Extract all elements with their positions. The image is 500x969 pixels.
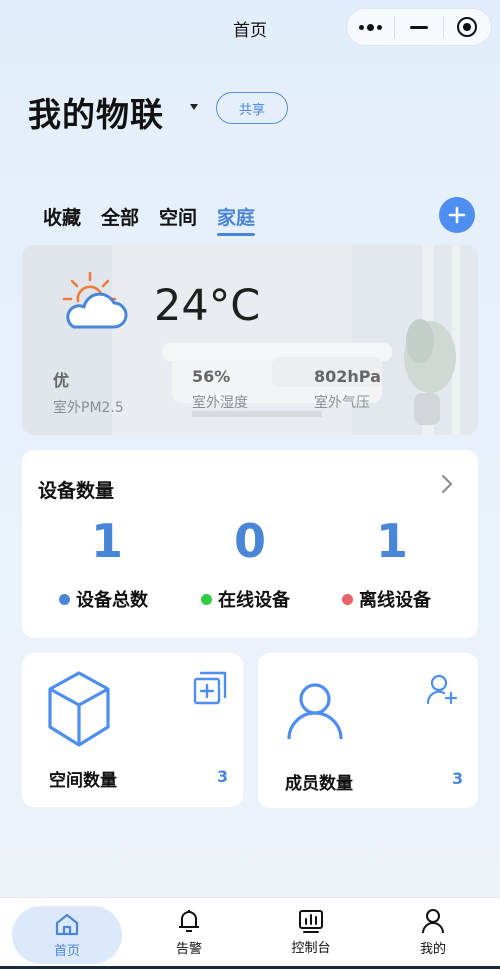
tabbar-label-alarm: 告警 <box>175 941 202 957</box>
pm25-label: 室外PM2.5 <box>53 400 124 416</box>
offline-dot-icon <box>342 593 353 605</box>
online-dot-icon <box>201 593 212 605</box>
cube-icon <box>48 671 110 747</box>
home-icon <box>55 913 79 935</box>
navigation-bar: 首页 <box>0 0 500 56</box>
pressure-stat: 802hPa 室外气压 <box>314 367 381 412</box>
more-dots-icon <box>359 23 383 31</box>
total-dot-icon <box>59 593 70 605</box>
space-count-card[interactable]: 空间数量 3 <box>22 653 243 807</box>
total-devices-legend: 设备总数 <box>59 586 148 612</box>
tabbar-item-alarm[interactable]: 告警 <box>134 898 244 966</box>
device-count-card[interactable]: 设备数量 1 0 1 设备总数 在线设备 离线设备 <box>22 450 478 638</box>
pressure-label: 室外气压 <box>314 395 370 411</box>
minimize-button[interactable] <box>395 8 442 46</box>
offline-devices-count: 1 <box>375 514 408 568</box>
mini-program-capsule <box>346 8 492 46</box>
home-selector-title[interactable]: 我的物联 <box>28 88 164 136</box>
offline-devices-legend: 离线设备 <box>342 586 431 612</box>
tabbar-label-console: 控制台 <box>291 940 331 956</box>
tabbar-item-mine[interactable]: 我的 <box>378 898 488 966</box>
bottom-tab-bar: 首页 告警 控制台 我的 <box>0 897 500 969</box>
add-copy-icon[interactable] <box>193 671 227 705</box>
bell-icon <box>179 909 199 932</box>
offline-devices-label: 离线设备 <box>359 590 431 611</box>
plus-icon <box>448 206 466 224</box>
humidity-stat: 56% 室外湿度 <box>192 367 248 412</box>
online-devices-legend: 在线设备 <box>201 586 290 612</box>
space-count-value: 3 <box>217 767 229 786</box>
target-icon <box>457 17 478 37</box>
profile-icon <box>422 908 444 933</box>
online-devices-count: 0 <box>233 514 266 568</box>
tab-all[interactable]: 全部 <box>101 203 139 230</box>
tabbar-item-console[interactable]: 控制台 <box>256 898 366 966</box>
more-button[interactable] <box>347 8 394 46</box>
weather-card[interactable]: 24°C 优 室外PM2.5 56% 室外湿度 802hPa 室外气压 <box>22 245 478 435</box>
total-devices-count: 1 <box>90 514 123 568</box>
dashboard-icon <box>299 909 323 933</box>
add-user-icon[interactable] <box>426 673 458 705</box>
chevron-right-icon[interactable] <box>440 474 454 494</box>
tab-home[interactable]: 家庭 <box>217 203 256 236</box>
close-program-button[interactable] <box>444 8 491 46</box>
temperature-value: 24°C <box>154 281 261 331</box>
online-devices-label: 在线设备 <box>218 590 290 611</box>
tabbar-label-home: 首页 <box>53 943 80 959</box>
tabbar-item-home[interactable]: 首页 <box>12 906 122 964</box>
total-devices-label: 设备总数 <box>76 590 148 611</box>
partly-cloudy-sun-icon <box>62 271 128 329</box>
tab-favorites[interactable]: 收藏 <box>43 203 81 230</box>
tab-space[interactable]: 空间 <box>159 203 197 230</box>
pm25-value: 优 <box>53 371 70 390</box>
minimize-icon <box>410 25 428 29</box>
caret-down-icon[interactable] <box>190 104 198 110</box>
humidity-value: 56% <box>192 367 231 386</box>
pressure-value: 802hPa <box>314 367 381 386</box>
share-button[interactable]: 共享 <box>216 92 288 124</box>
member-count-label: 成员数量 <box>285 774 353 794</box>
tabbar-label-mine: 我的 <box>419 941 446 957</box>
member-count-card[interactable]: 成员数量 3 <box>258 653 478 808</box>
humidity-label: 室外湿度 <box>192 395 248 411</box>
category-tabs: 收藏 全部 空间 家庭 <box>43 203 256 236</box>
space-count-label: 空间数量 <box>49 771 117 791</box>
member-count-value: 3 <box>452 769 464 788</box>
user-icon <box>287 683 343 740</box>
pm25-stat: 优 室外PM2.5 <box>53 367 124 417</box>
device-count-title: 设备数量 <box>38 480 115 502</box>
add-button[interactable] <box>439 197 475 233</box>
